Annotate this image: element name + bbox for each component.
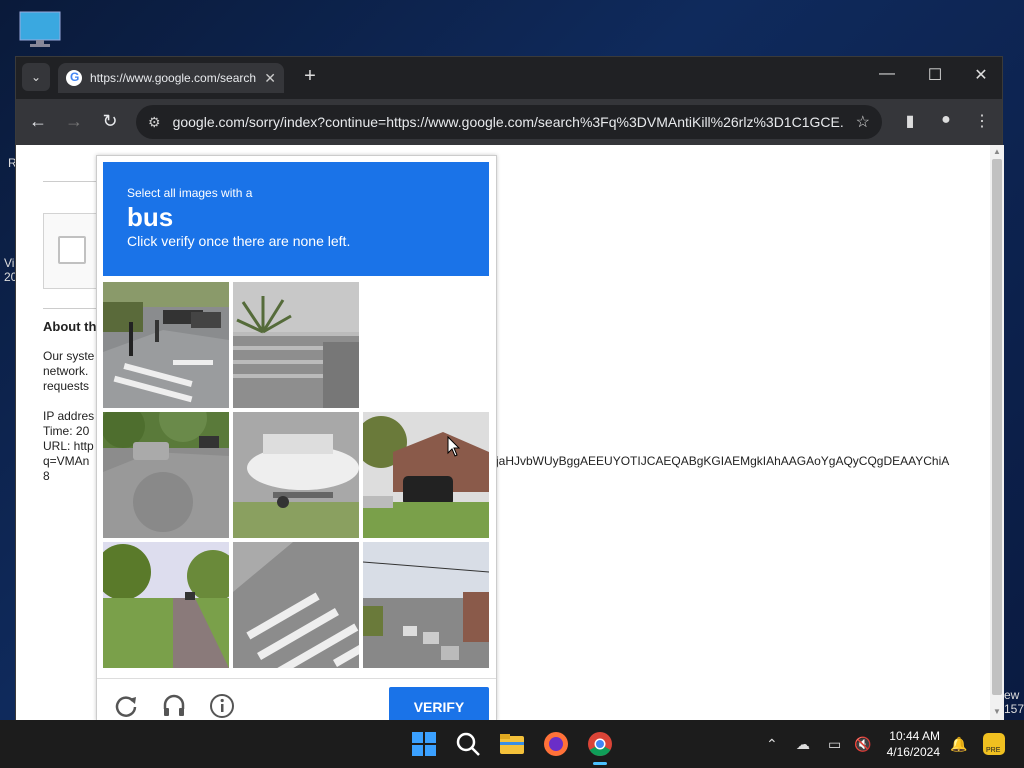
para-line: requests [43,379,90,393]
captcha-tile-crosswalk-street[interactable] [103,282,229,408]
vertical-scrollbar[interactable]: ▲ ▼ [990,145,1004,721]
page-content: About th Our syste network. requests IP … [16,145,1004,721]
scroll-up-icon[interactable]: ▲ [992,147,1002,157]
browser-window: ⌄ G https://www.google.com/search ✕ + — … [15,56,1004,721]
challenge-footer: VERIFY [97,678,496,721]
scroll-down-icon[interactable]: ▼ [992,707,1002,717]
minimize-icon[interactable]: — [864,65,910,83]
para-line: Our syste [43,349,95,363]
verify-button[interactable]: VERIFY [389,687,489,721]
desktop-fragment: ew [1004,688,1020,702]
file-explorer-icon[interactable] [498,730,526,758]
browser-toolbar: ← → ↻ ⚙ google.com/sorry/index?continue=… [16,99,1002,145]
challenge-instruction: Select all images with a [127,186,253,200]
recaptcha-challenge: Select all images with a bus Click verif… [96,155,497,721]
network-icon[interactable]: ▭ [828,736,841,753]
about-heading: About th [43,319,97,334]
volume-muted-icon[interactable]: 🔇 [854,736,871,753]
firefox-icon[interactable] [542,730,570,758]
maximize-icon[interactable]: ☐ [912,65,958,85]
trailing-char: 8 [43,469,50,483]
taskbar: ⌃ ☁ ▭ 🔇 10:44 AM 4/16/2024 🔔 PRE [0,720,1024,768]
notification-bell-icon[interactable]: 🔔 [950,736,967,753]
captcha-tile-blank[interactable] [363,282,489,408]
recaptcha-checkbox[interactable] [58,236,86,264]
copilot-pre-icon[interactable]: PRE [980,730,1008,758]
long-token: jaHJvbWUyBggAEEUYOTIJCAEQABgKGIAEMgkIAhA… [496,454,950,468]
tab-close-icon[interactable]: ✕ [264,70,276,87]
url-text[interactable]: google.com/sorry/index?continue=https://… [173,114,845,130]
close-window-icon[interactable]: ✕ [958,65,1004,85]
image-grid [103,282,489,668]
tab-title: https://www.google.com/search [90,71,257,85]
back-icon[interactable]: ← [26,111,50,132]
clock-time: 10:44 AM [889,729,940,743]
divider [43,181,103,182]
onedrive-icon[interactable]: ☁ [796,736,810,753]
new-tab-icon[interactable]: + [298,65,322,88]
chrome-icon[interactable] [586,730,614,758]
challenge-subtext: Click verify once there are none left. [127,233,351,249]
para-line: network. [43,364,89,378]
captcha-tile-yucca-plant[interactable] [233,282,359,408]
forward-icon[interactable]: → [62,111,86,132]
search-icon[interactable] [454,730,482,758]
ip-line: IP addres [43,409,95,423]
challenge-header: Select all images with a bus Click verif… [103,162,489,276]
captcha-tile-park-road[interactable] [103,542,229,668]
info-icon[interactable] [209,693,235,719]
desktop-fragment: 157 [1004,702,1024,716]
active-tab[interactable]: G https://www.google.com/search ✕ [58,63,284,93]
site-info-icon[interactable]: ⚙ [148,114,161,131]
start-windows-icon[interactable] [410,730,438,758]
captcha-tile-tree-lined-street[interactable] [103,412,229,538]
divider [43,308,103,309]
time-line: Time: 20 [43,424,90,438]
url-line: URL: http [43,439,94,453]
svg-text:PRE: PRE [986,747,1001,754]
side-panel-icon[interactable]: ▮ [898,111,922,131]
captcha-tile-city-traffic[interactable] [363,542,489,668]
active-app-indicator [593,762,607,765]
tab-bar: ⌄ G https://www.google.com/search ✕ + — … [16,57,1002,99]
audio-challenge-icon[interactable] [161,693,187,719]
reload-challenge-icon[interactable] [113,693,139,719]
clock-date: 4/16/2024 [886,745,940,759]
challenge-target: bus [127,202,174,232]
tab-search-icon[interactable]: ⌄ [22,63,50,91]
address-bar[interactable]: ⚙ google.com/sorry/index?continue=https:… [136,105,882,139]
desktop-fragment: Vi [4,256,15,270]
captcha-tile-crosswalk-corner[interactable] [233,542,359,668]
menu-kebab-icon[interactable]: ⋮ [970,111,994,131]
reload-icon[interactable]: ↻ [98,111,122,132]
bookmark-star-icon[interactable]: ☆ [856,112,870,132]
q-line: q=VMAn [43,454,90,468]
clock[interactable]: 10:44 AM 4/16/2024 [880,728,940,760]
google-favicon-icon: G [66,70,82,86]
scroll-thumb[interactable] [992,159,1002,695]
mouse-cursor-icon [447,435,461,458]
computer-desktop-icon[interactable] [18,10,62,50]
captcha-tile-house-car[interactable] [363,412,489,538]
recaptcha-checkbox-card [43,213,99,289]
tray-overflow-icon[interactable]: ⌃ [766,736,778,753]
profile-icon[interactable]: ● [934,111,958,129]
captcha-tile-boat-trailer[interactable] [233,412,359,538]
